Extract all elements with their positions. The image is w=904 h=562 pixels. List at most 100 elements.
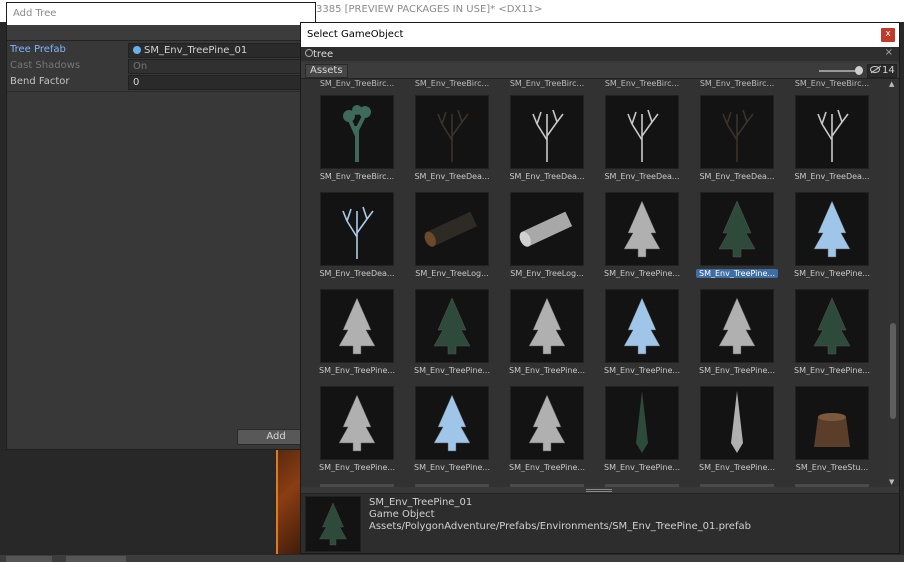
asset-label[interactable]: SM_Env_TreePine... [696, 269, 778, 278]
asset-label[interactable]: SM_Env_TreePine... [506, 463, 588, 472]
asset-label[interactable]: SM_Env_TreeDea... [601, 172, 683, 181]
asset-thumbnail[interactable] [700, 484, 774, 487]
asset-label[interactable]: SM_Env_TreePine... [506, 366, 588, 375]
asset-label[interactable]: SM_Env_TreeDea... [791, 172, 873, 181]
asset-thumbnail[interactable] [415, 192, 489, 266]
asset-label[interactable]: SM_Env_TreeStu... [791, 463, 873, 472]
asset-thumbnail[interactable] [795, 95, 869, 169]
asset-thumbnail[interactable] [510, 95, 584, 169]
add-tree-toolbar [7, 25, 315, 41]
asset-label[interactable]: SM_Env_TreePine... [316, 366, 398, 375]
tree-preview-icon [433, 394, 471, 452]
asset-label[interactable]: SM_Env_TreePine... [601, 269, 683, 278]
asset-label[interactable]: SM_Env_TreePine... [411, 366, 493, 375]
asset-thumbnail[interactable] [320, 192, 394, 266]
asset-thumbnail[interactable] [415, 289, 489, 363]
icon-size-slider-thumb[interactable] [855, 66, 863, 75]
tree-preview-icon [319, 502, 347, 546]
selected-asset-path: Assets/PolygonAdventure/Prefabs/Environm… [369, 521, 751, 532]
eye-hidden-icon [870, 66, 880, 73]
asset-thumbnail[interactable] [415, 95, 489, 169]
bottom-tab[interactable] [6, 556, 52, 562]
asset-thumbnail[interactable] [320, 95, 394, 169]
asset-label[interactable]: SM_Env_TreePine... [316, 463, 398, 472]
asset-thumbnail[interactable] [700, 192, 774, 266]
field-label: Bend Factor [10, 76, 70, 87]
selected-asset-name: SM_Env_TreePine_01 [369, 497, 473, 508]
close-button[interactable]: x [881, 28, 895, 42]
clear-search-icon[interactable]: × [885, 47, 893, 58]
asset-thumbnail[interactable] [605, 95, 679, 169]
tree-preview-icon [338, 394, 376, 452]
resize-handle[interactable] [586, 489, 612, 492]
asset-thumbnail[interactable] [795, 289, 869, 363]
tree-preview-icon [342, 206, 374, 259]
hidden-packages-toggle[interactable]: 14 [867, 64, 897, 78]
add-tree-window: Add Tree Tree Prefab SM_Env_TreePine_01 … [6, 2, 316, 450]
asset-thumbnail[interactable] [415, 386, 489, 460]
asset-label[interactable]: SM_Env_TreeLog... [506, 269, 588, 278]
tree-preview-icon [731, 391, 743, 453]
asset-label[interactable]: SM_Env_TreeDea... [411, 172, 493, 181]
asset-thumbnail[interactable] [415, 484, 489, 487]
asset-thumbnail[interactable] [700, 95, 774, 169]
scroll-down-icon[interactable]: ▼ [889, 478, 894, 486]
asset-label[interactable]: SM_Env_TreePine... [696, 463, 778, 472]
asset-thumbnail[interactable] [510, 386, 584, 460]
tree-preview-icon [627, 109, 659, 162]
asset-thumbnail[interactable] [795, 386, 869, 460]
tab-assets[interactable]: Assets [305, 64, 348, 78]
selected-asset-preview [305, 496, 361, 552]
asset-thumbnail[interactable] [510, 192, 584, 266]
asset-label[interactable]: SM_Env_TreeDea... [316, 269, 398, 278]
prefab-icon [133, 46, 141, 54]
bend-factor-input[interactable]: 0 [128, 75, 306, 90]
field-bend-factor: Bend Factor 0 [7, 75, 307, 91]
tree-preview-icon [532, 109, 564, 162]
asset-thumbnail[interactable] [700, 386, 774, 460]
asset-label[interactable]: SM_Env_TreePine... [601, 463, 683, 472]
asset-thumbnail[interactable] [700, 289, 774, 363]
asset-label[interactable]: SM_Env_TreePine... [696, 366, 778, 375]
asset-thumbnail[interactable] [320, 386, 394, 460]
asset-label[interactable]: SM_Env_TreePine... [791, 269, 873, 278]
asset-label[interactable]: SM_Env_TreeBirc... [316, 172, 398, 181]
asset-label[interactable]: SM_Env_TreeDea... [696, 172, 778, 181]
tree-preview-icon [424, 211, 478, 247]
field-label: Cast Shadows [10, 60, 81, 71]
asset-thumbnail[interactable] [510, 484, 584, 487]
asset-label: SM_Env_TreeBirc... [794, 79, 870, 88]
cast-shadows-dropdown[interactable]: On [128, 59, 306, 74]
asset-thumbnail[interactable] [320, 289, 394, 363]
asset-thumbnail[interactable] [510, 289, 584, 363]
scroll-up-icon[interactable]: ▲ [889, 80, 894, 88]
editor-title-text: 3385 [PREVIEW PACKAGES IN USE]* <DX11> [316, 4, 543, 15]
asset-label[interactable]: SM_Env_TreePine... [601, 366, 683, 375]
asset-thumbnail[interactable] [605, 386, 679, 460]
search-icon [305, 49, 313, 57]
tree-preview-icon [718, 200, 756, 258]
scrollbar-thumb[interactable] [890, 323, 896, 419]
tree-preview-icon [338, 297, 376, 355]
grid-scrollbar[interactable]: ▲ ▼ [887, 79, 899, 487]
search-input[interactable] [313, 47, 883, 61]
search-bar: × [301, 47, 899, 61]
asset-thumbnail[interactable] [320, 484, 394, 487]
asset-thumbnail[interactable] [795, 192, 869, 266]
asset-thumbnail[interactable] [795, 484, 869, 487]
asset-thumbnail[interactable] [605, 192, 679, 266]
tree-preview-icon [623, 200, 661, 258]
asset-label[interactable]: SM_Env_TreeDea... [506, 172, 588, 181]
asset-label[interactable]: SM_Env_TreePine... [411, 463, 493, 472]
selected-asset-type: Game Object [369, 509, 435, 520]
select-gameobject-titlebar: Select GameObject x [301, 23, 899, 47]
asset-thumbnail[interactable] [605, 289, 679, 363]
field-label: Tree Prefab [10, 44, 66, 55]
tree-prefab-field[interactable]: SM_Env_TreePine_01 [128, 43, 306, 58]
asset-label: SM_Env_TreeBirc... [699, 79, 775, 88]
field-cast-shadows: Cast Shadows On [7, 59, 307, 75]
asset-thumbnail[interactable] [605, 484, 679, 487]
bottom-tab[interactable] [66, 556, 126, 562]
asset-label[interactable]: SM_Env_TreePine... [791, 366, 873, 375]
asset-label[interactable]: SM_Env_TreeLog... [411, 269, 493, 278]
